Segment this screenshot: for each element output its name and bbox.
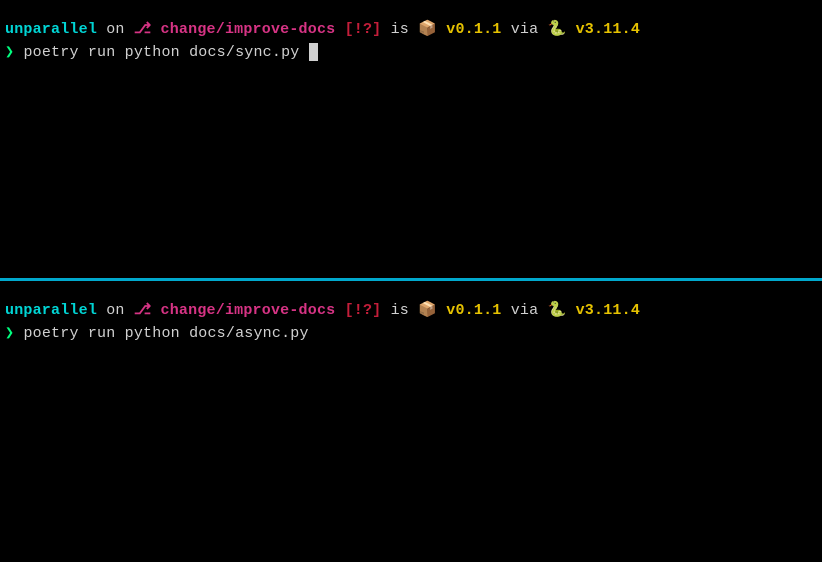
spacer	[335, 21, 344, 38]
command-text: poetry run python docs/async.py	[23, 325, 308, 342]
package-icon: 📦	[418, 21, 437, 38]
python-version: v3.11.4	[576, 21, 640, 38]
git-branch: change/improve-docs	[161, 21, 336, 38]
prompt-line: unparallel on ⎇ change/improve-docs [!?]…	[5, 300, 817, 323]
python-icon: 🐍	[548, 21, 567, 38]
git-status: [!?]	[345, 21, 382, 38]
git-branch: change/improve-docs	[161, 302, 336, 319]
package-version: v0.1.1	[446, 302, 501, 319]
command-line[interactable]: ❯ poetry run python docs/async.py	[5, 323, 817, 346]
terminal-pane-bottom[interactable]: unparallel on ⎇ change/improve-docs [!?]…	[0, 281, 822, 562]
cursor-icon	[309, 43, 318, 61]
is-label: is	[381, 302, 418, 319]
spacer	[299, 44, 308, 61]
prompt-line: unparallel on ⎇ change/improve-docs [!?]…	[5, 19, 817, 42]
spacer	[566, 302, 575, 319]
package-icon: 📦	[418, 302, 437, 319]
directory-name: unparallel	[5, 302, 97, 319]
python-version: v3.11.4	[576, 302, 640, 319]
spacer	[151, 21, 160, 38]
spacer	[437, 21, 446, 38]
prompt-arrow-icon: ❯	[5, 325, 14, 342]
is-label: is	[381, 21, 418, 38]
branch-icon: ⎇	[134, 21, 152, 38]
via-label: via	[502, 21, 548, 38]
spacer	[437, 302, 446, 319]
spacer	[151, 302, 160, 319]
on-label: on	[97, 302, 134, 319]
prompt-arrow-icon: ❯	[5, 44, 14, 61]
spacer	[335, 302, 344, 319]
on-label: on	[97, 21, 134, 38]
branch-icon: ⎇	[134, 302, 152, 319]
python-icon: 🐍	[548, 302, 567, 319]
command-text: poetry run python docs/sync.py	[23, 44, 299, 61]
spacer	[566, 21, 575, 38]
command-line[interactable]: ❯ poetry run python docs/sync.py	[5, 42, 817, 65]
terminal-pane-top[interactable]: unparallel on ⎇ change/improve-docs [!?]…	[0, 0, 822, 278]
directory-name: unparallel	[5, 21, 97, 38]
git-status: [!?]	[345, 302, 382, 319]
package-version: v0.1.1	[446, 21, 501, 38]
via-label: via	[502, 302, 548, 319]
